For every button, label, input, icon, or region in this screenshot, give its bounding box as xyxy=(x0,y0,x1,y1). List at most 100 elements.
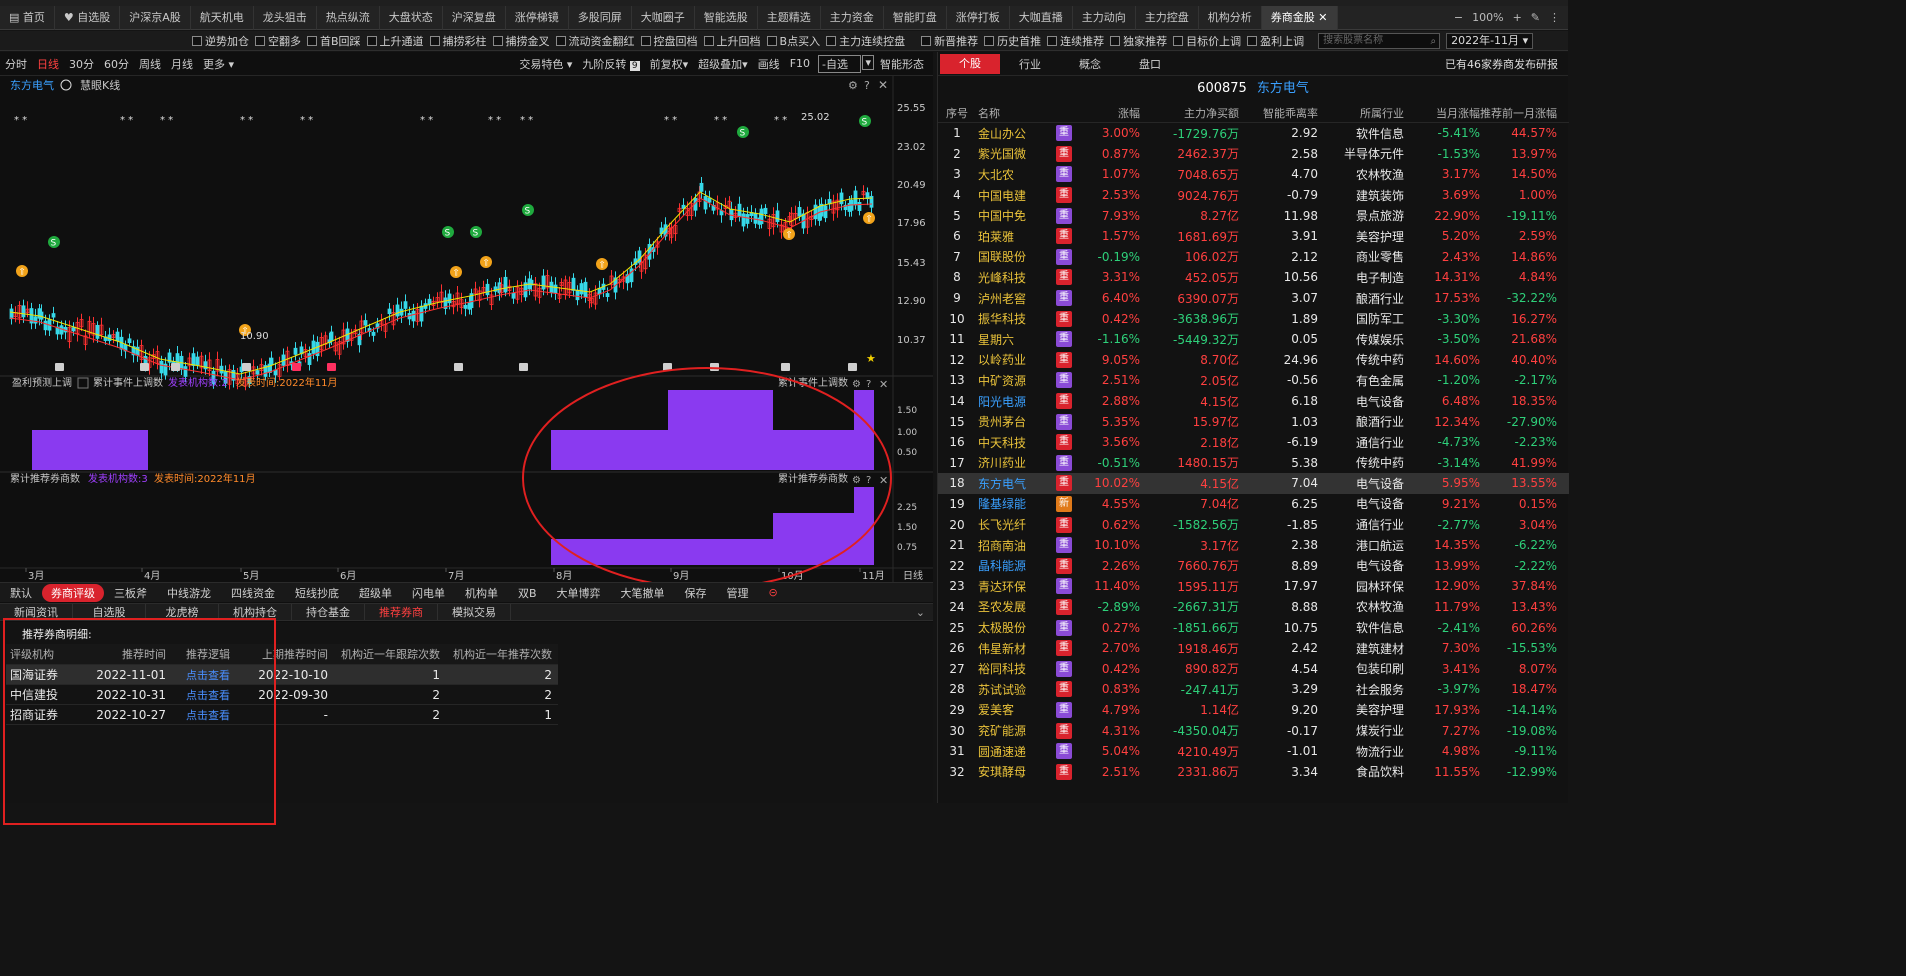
info-tab-sim-trade[interactable]: 模拟交易 xyxy=(438,604,511,620)
col-net-buy[interactable]: 主力净买额 xyxy=(1140,105,1239,121)
table-row[interactable]: 31 圆通速递 重 5.04% 4210.49万 -1.01 物流行业 4.98% -9.11% xyxy=(938,741,1569,762)
filter-lxtj[interactable]: 连续推荐 xyxy=(1047,33,1104,49)
table-row[interactable]: 9 泸州老窖 重 6.40% 6390.07万 3.07 酿酒行业 17.53% -32.22% xyxy=(938,288,1569,309)
table-row[interactable]: 28 苏试试验 重 0.83% -247.41万 3.29 社会服务 -3.97% 18.47% xyxy=(938,679,1569,700)
filter-djtj[interactable]: 独家推荐 xyxy=(1110,33,1167,49)
sub1-dropdown[interactable]: 累计事件上调数 xyxy=(93,376,163,389)
event-icon[interactable] xyxy=(55,363,64,371)
tab-rdzl[interactable]: 热点纵流 xyxy=(317,5,380,30)
filter-sshd[interactable]: 上升回档 xyxy=(703,33,761,49)
event-icon[interactable] xyxy=(292,363,301,371)
col-index[interactable]: 序号 xyxy=(938,105,976,121)
info-tab-brokers[interactable]: 推荐券商 xyxy=(365,604,438,620)
close-icon[interactable]: ✕ xyxy=(1318,11,1327,24)
table-row[interactable]: 17 济川药业 重 -0.51% 1480.15万 5.38 传统中药 -3.14% 41.99… xyxy=(938,453,1569,474)
event-icon[interactable] xyxy=(454,363,463,371)
table-row[interactable]: 16 中天科技 重 3.56% 2.18亿 -6.19 通信行业 -4.73% -2.23% xyxy=(938,432,1569,453)
filter-zllxkp[interactable]: 主力连续控盘 xyxy=(826,33,905,49)
filter-ylst[interactable]: 盈利上调 xyxy=(1247,33,1304,49)
period-more[interactable]: 更多 ▾ xyxy=(198,56,239,72)
event-icon[interactable] xyxy=(519,363,528,371)
table-row[interactable]: 27 裕同科技 重 0.42% 890.82万 4.54 包装印刷 3.41% 8.07% xyxy=(938,658,1569,679)
table-row[interactable]: 12 以岭药业 重 9.05% 8.70亿 24.96 传统中药 14.60% 40.40% xyxy=(938,350,1569,371)
col-month-change[interactable]: 当月涨幅 xyxy=(1404,105,1480,121)
col-track-count[interactable]: 机构近一年跟踪次数 xyxy=(332,646,444,662)
kline-chart[interactable]: * * * * * * * * * * * * * * * * * * * * * *⇧⇧⇧⇧ ⇧⇧⇧… xyxy=(0,76,933,589)
gear-icon[interactable]: ⚙ xyxy=(848,79,858,92)
gear-icon[interactable]: ⚙ xyxy=(852,379,861,390)
tab-ztlj[interactable]: 涨停梯镜 xyxy=(506,5,569,30)
close-icon[interactable]: ✕ xyxy=(879,474,888,487)
adjust-dropdown[interactable]: 前复权▾ xyxy=(645,56,694,72)
settings-icon[interactable]: ⋮ xyxy=(1549,11,1560,24)
event-icon[interactable] xyxy=(140,363,149,371)
help-icon[interactable]: ? xyxy=(866,379,871,390)
tab-hsfp[interactable]: 沪深复盘 xyxy=(443,5,506,30)
col-deviation[interactable]: 智能乖离率 xyxy=(1239,105,1318,121)
table-row[interactable]: 22 晶科能源 重 2.26% 7660.76万 8.89 电气设备 13.99% -2.22% xyxy=(938,555,1569,576)
filter-lsst[interactable]: 历史首推 xyxy=(984,33,1041,49)
chart-area[interactable]: * * * * * * * * * * * * * * * * * * * * * * ⇧ ⇧ ⇧ ⇧ ⇧ ⇧ ⇧… xyxy=(0,76,933,589)
table-row[interactable]: 6 珀莱雅 重 1.57% 1681.69万 3.91 美容护理 5.20% 2.59% xyxy=(938,226,1569,247)
table-row[interactable]: 8 光峰科技 重 3.31% 452.05万 10.56 电子制造 14.31% 4.84% xyxy=(938,267,1569,288)
event-icon[interactable] xyxy=(848,363,857,371)
chevron-double-down-icon[interactable]: ⌄ xyxy=(916,606,933,619)
tab-zlkp[interactable]: 主力控盘 xyxy=(1136,5,1199,30)
period-weekly[interactable]: 周线 xyxy=(134,56,166,72)
table-row[interactable]: 7 国联股份 重 -0.19% 106.02万 2.12 商业零售 2.43% 14.86% xyxy=(938,247,1569,268)
indicator-tab-sdd[interactable]: 闪电单 xyxy=(402,585,455,601)
f10-button[interactable]: F10 xyxy=(785,57,815,70)
indicator-tab-default[interactable]: 默认 xyxy=(0,585,42,601)
table-row[interactable]: 23 青达环保 重 11.40% 1595.11万 17.97 园林环保 12.90% 37.8… xyxy=(938,576,1569,597)
tab-htjd[interactable]: 航天机电 xyxy=(191,5,254,30)
edit-icon[interactable]: ✎ xyxy=(1531,11,1540,24)
selfpick-select[interactable]: -自选 ▾ xyxy=(818,54,874,73)
table-row[interactable]: 2 紫光国微 重 0.87% 2462.37万 2.58 半导体元件 -1.53% 13.97% xyxy=(938,144,1569,165)
collapse-icon[interactable]: ⊝ xyxy=(759,586,788,599)
col-change[interactable]: 涨幅 xyxy=(1084,105,1140,121)
table-row[interactable]: 24 圣农发展 重 -2.89% -2667.31万 8.88 农林牧渔 11.79% 13.4… xyxy=(938,597,1569,618)
table-row[interactable]: 15 贵州茅台 重 5.35% 15.97亿 1.03 酿酒行业 12.34% -27.90% xyxy=(938,411,1569,432)
table-row[interactable]: 3 大北农 重 1.07% 7048.65万 4.70 农林牧渔 3.17% 14.50% xyxy=(938,164,1569,185)
draw-line-button[interactable]: 画线 xyxy=(753,56,785,72)
tab-home[interactable]: ▤ 首页 xyxy=(0,5,55,30)
stock-search-input[interactable]: 搜索股票名称 ⌕ xyxy=(1318,32,1441,49)
table-row[interactable]: 21 招商南油 重 10.10% 3.17亿 2.38 港口航运 14.35% -6.22% xyxy=(938,535,1569,556)
period-monthly[interactable]: 月线 xyxy=(166,56,198,72)
col-industry[interactable]: 所属行业 xyxy=(1318,105,1404,121)
period-daily[interactable]: 日线 xyxy=(32,56,64,72)
help-icon[interactable]: ? xyxy=(866,475,871,486)
tab-dkqz[interactable]: 大咖圈子 xyxy=(632,5,695,30)
period-60m[interactable]: 60分 xyxy=(99,56,134,72)
tab-ztjx[interactable]: 主题精选 xyxy=(758,5,821,30)
indicator-tab-dxcd[interactable]: 短线抄底 xyxy=(285,585,349,601)
indicator-tab-broker-rating[interactable]: 券商评级 xyxy=(42,583,104,602)
table-row[interactable]: 4 中国电建 重 2.53% 9024.76万 -0.79 建筑装饰 3.69% 1.00% xyxy=(938,185,1569,206)
indicator-tab-manage[interactable]: 管理 xyxy=(717,585,759,601)
filter-sbhc[interactable]: 首B回踩 xyxy=(307,33,361,49)
table-row[interactable]: 29 爱美客 重 4.79% 1.14亿 9.20 美容护理 17.93% -14.14% xyxy=(938,700,1569,721)
col-pre-month-change[interactable]: 推荐前一月涨幅 xyxy=(1480,105,1563,121)
help-icon[interactable]: ? xyxy=(864,79,870,92)
table-row[interactable]: 26 伟星新材 重 2.70% 1918.46万 2.42 建筑建材 7.30% -15.53% xyxy=(938,638,1569,659)
table-row[interactable]: 20 长飞光纤 重 0.62% -1582.56万 -1.85 通信行业 -2.77% 3.04… xyxy=(938,514,1569,535)
overlay-dropdown[interactable]: 超级叠加▾ xyxy=(693,56,753,72)
chevron-down-icon[interactable] xyxy=(60,79,72,91)
event-icon[interactable] xyxy=(710,363,719,371)
indicator-tab-jgd[interactable]: 机构单 xyxy=(455,585,508,601)
indicator-tab-zxyl[interactable]: 中线游龙 xyxy=(157,585,221,601)
filter-sstd[interactable]: 上升通道 xyxy=(366,33,424,49)
tab-dkzb[interactable]: 大咖直播 xyxy=(1010,5,1073,30)
filter-kfd[interactable]: 空翻多 xyxy=(255,33,301,49)
rp-tab-stock[interactable]: 个股 xyxy=(940,53,1000,74)
tab-znxg[interactable]: 智能选股 xyxy=(695,5,758,30)
close-icon[interactable]: ✕ xyxy=(878,78,888,92)
tab-zndp[interactable]: 智能盯盘 xyxy=(884,5,947,30)
period-30m[interactable]: 30分 xyxy=(64,56,99,72)
event-icon[interactable] xyxy=(242,363,251,371)
table-row[interactable]: 5 中国中免 重 7.93% 8.27亿 11.98 景点旅游 22.90% -19.11% xyxy=(938,205,1569,226)
event-icon[interactable] xyxy=(171,363,180,371)
col-name[interactable]: 名称 xyxy=(976,105,1056,121)
indicator-tab-sb[interactable]: 双B xyxy=(508,585,547,601)
smart-pattern-button[interactable]: 智能形态 xyxy=(875,56,929,72)
